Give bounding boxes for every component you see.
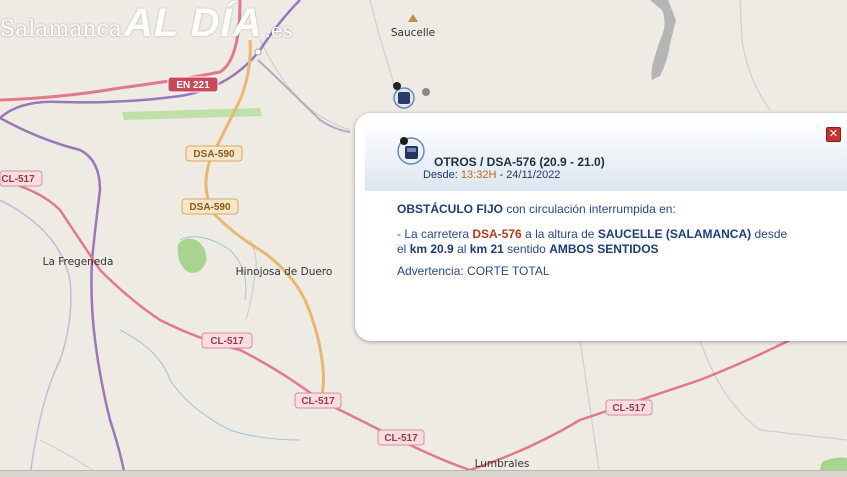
- direction: AMBOS SENTIDOS: [549, 242, 659, 256]
- svg-text:CL-517: CL-517: [210, 336, 244, 347]
- obstacle-desc: con circulación interrumpida en:: [506, 202, 676, 216]
- place-la-fregeneda: La Fregeneda: [43, 256, 114, 268]
- brand-word-2: AL DÍA: [123, 1, 263, 45]
- close-icon[interactable]: ✕: [826, 127, 841, 142]
- warning-value: CORTE TOTAL: [467, 264, 550, 278]
- since-time: 13:32H: [460, 169, 497, 181]
- place-hinojosa-de-duero: Hinojosa de Duero: [236, 266, 333, 278]
- text-segment: al: [457, 242, 467, 256]
- shield-dsa590-a: DSA-590: [185, 145, 243, 162]
- brand-word-1: Salamanca: [0, 17, 122, 42]
- km-end: km 21: [469, 242, 504, 256]
- popup-line-3: Advertencia: CORTE TOTAL: [397, 264, 797, 279]
- shield-dsa590-b: DSA-590: [181, 198, 239, 215]
- since-date: - 24/11/2022: [499, 169, 561, 181]
- shield-cl517-a: CL-517: [0, 170, 43, 187]
- brand-word-3: .es: [264, 18, 294, 42]
- road-code: DSA-576: [472, 227, 522, 241]
- place-lumbrales: Lumbrales: [475, 458, 530, 470]
- shield-en221: EN 221: [167, 76, 219, 93]
- since-label: Desde:: [423, 169, 458, 181]
- text-segment: sentido: [507, 242, 546, 256]
- warning-label: Advertencia:: [397, 264, 464, 278]
- km-start: km 20.9: [409, 242, 454, 256]
- place-saucelle: Saucelle: [391, 27, 435, 39]
- svg-text:CL-517: CL-517: [1, 174, 35, 185]
- svg-text:CL-517: CL-517: [301, 396, 335, 407]
- svg-text:CL-517: CL-517: [612, 403, 646, 414]
- shield-cl517-e: CL-517: [605, 399, 653, 416]
- svg-text:DSA-590: DSA-590: [193, 149, 235, 160]
- roadwork-icon: [397, 137, 425, 165]
- obstacle-type: OBSTÁCULO FIJO: [397, 202, 504, 216]
- shield-cl517-d: CL-517: [377, 429, 425, 446]
- popup-line-2: - La carretera DSA-576 a la altura de SA…: [397, 227, 797, 257]
- shield-cl517-b: CL-517: [201, 332, 253, 349]
- svg-text:CL-517: CL-517: [384, 433, 418, 444]
- popup-body: OBSTÁCULO FIJO con circulación interrump…: [397, 202, 797, 279]
- svg-text:EN 221: EN 221: [176, 80, 210, 91]
- popup-since: Desde: 13:32H - 24/11/2022: [423, 169, 560, 181]
- brand-logo: Salamanca AL DÍA .es: [0, 1, 294, 45]
- text-segment: - La carretera: [397, 227, 470, 241]
- text-segment: a la altura de: [525, 227, 595, 241]
- svg-text:DSA-590: DSA-590: [189, 202, 231, 213]
- shield-cl517-c: CL-517: [294, 392, 342, 409]
- popup-title: OTROS / DSA-576 (20.9 - 21.0): [434, 155, 605, 169]
- place-name: SAUCELLE (SALAMANCA): [597, 227, 752, 241]
- town-dot: [254, 48, 262, 56]
- popup-line-1: OBSTÁCULO FIJO con circulación interrump…: [397, 202, 797, 217]
